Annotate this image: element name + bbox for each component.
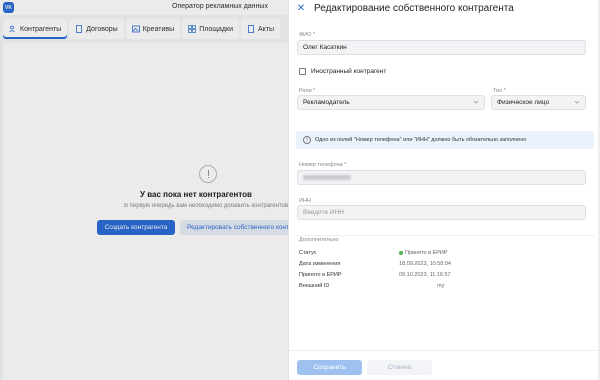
roles-select[interactable]: Рекламодатель <box>297 95 485 110</box>
phone-label: Номер телефона * <box>299 162 347 168</box>
extra-section-label: Дополнительно <box>299 237 339 243</box>
foreign-counterparty-checkbox[interactable] <box>299 68 306 75</box>
status-key: Статус <box>299 250 317 256</box>
roles-label: Роли * <box>299 88 316 94</box>
accepted-date-key: Принято в ЕРИР <box>299 272 342 278</box>
changed-date-key: Дата изменения <box>299 261 341 267</box>
info-banner: i Одно из полей "Номер телефона" или "ИН… <box>296 131 594 149</box>
close-icon[interactable]: ✕ <box>296 4 306 14</box>
drawer-title: Редактирование собственного контрагента <box>314 3 514 14</box>
fio-field[interactable]: Олег Касаткин <box>297 40 586 55</box>
chevron-down-icon <box>473 100 479 104</box>
type-label: Тип * <box>493 88 506 94</box>
divider <box>296 235 594 236</box>
phone-field[interactable] <box>297 170 586 185</box>
accepted-date-value: 09.10.2023, 11:16:57 <box>399 272 451 278</box>
type-select[interactable]: Физическое лицо <box>491 95 586 110</box>
status-value: Принято в ЕРИР <box>399 250 448 256</box>
changed-date-value: 18.09.2023, 10:58:04 <box>399 261 451 267</box>
modal-overlay[interactable] <box>0 0 288 380</box>
save-button[interactable]: Сохранить <box>297 360 362 375</box>
status-text: Принято в ЕРИР <box>405 250 448 256</box>
status-dot <box>399 250 403 255</box>
external-id-value: my <box>437 283 445 289</box>
foreign-counterparty-label: Иностранный контрагент <box>311 68 387 75</box>
info-text: Одно из полей "Номер телефона" или "ИНН"… <box>315 137 527 143</box>
roles-value: Рекламодатель <box>303 99 350 106</box>
fio-label: ФИО * <box>299 32 316 38</box>
external-id-key: Внешний ID <box>299 283 330 289</box>
info-icon: i <box>303 136 311 144</box>
inn-label: ИНН <box>299 198 311 204</box>
inn-input[interactable]: Введите ИНН <box>297 205 586 220</box>
chevron-down-icon <box>574 100 580 104</box>
type-value: Физическое лицо <box>497 99 550 106</box>
cancel-button[interactable]: Отмена <box>367 360 432 375</box>
edit-drawer: ✕ Редактирование собственного контрагент… <box>288 0 600 380</box>
blurred-phone-value <box>303 175 351 180</box>
drawer-footer: Сохранить Отмена <box>289 350 600 380</box>
